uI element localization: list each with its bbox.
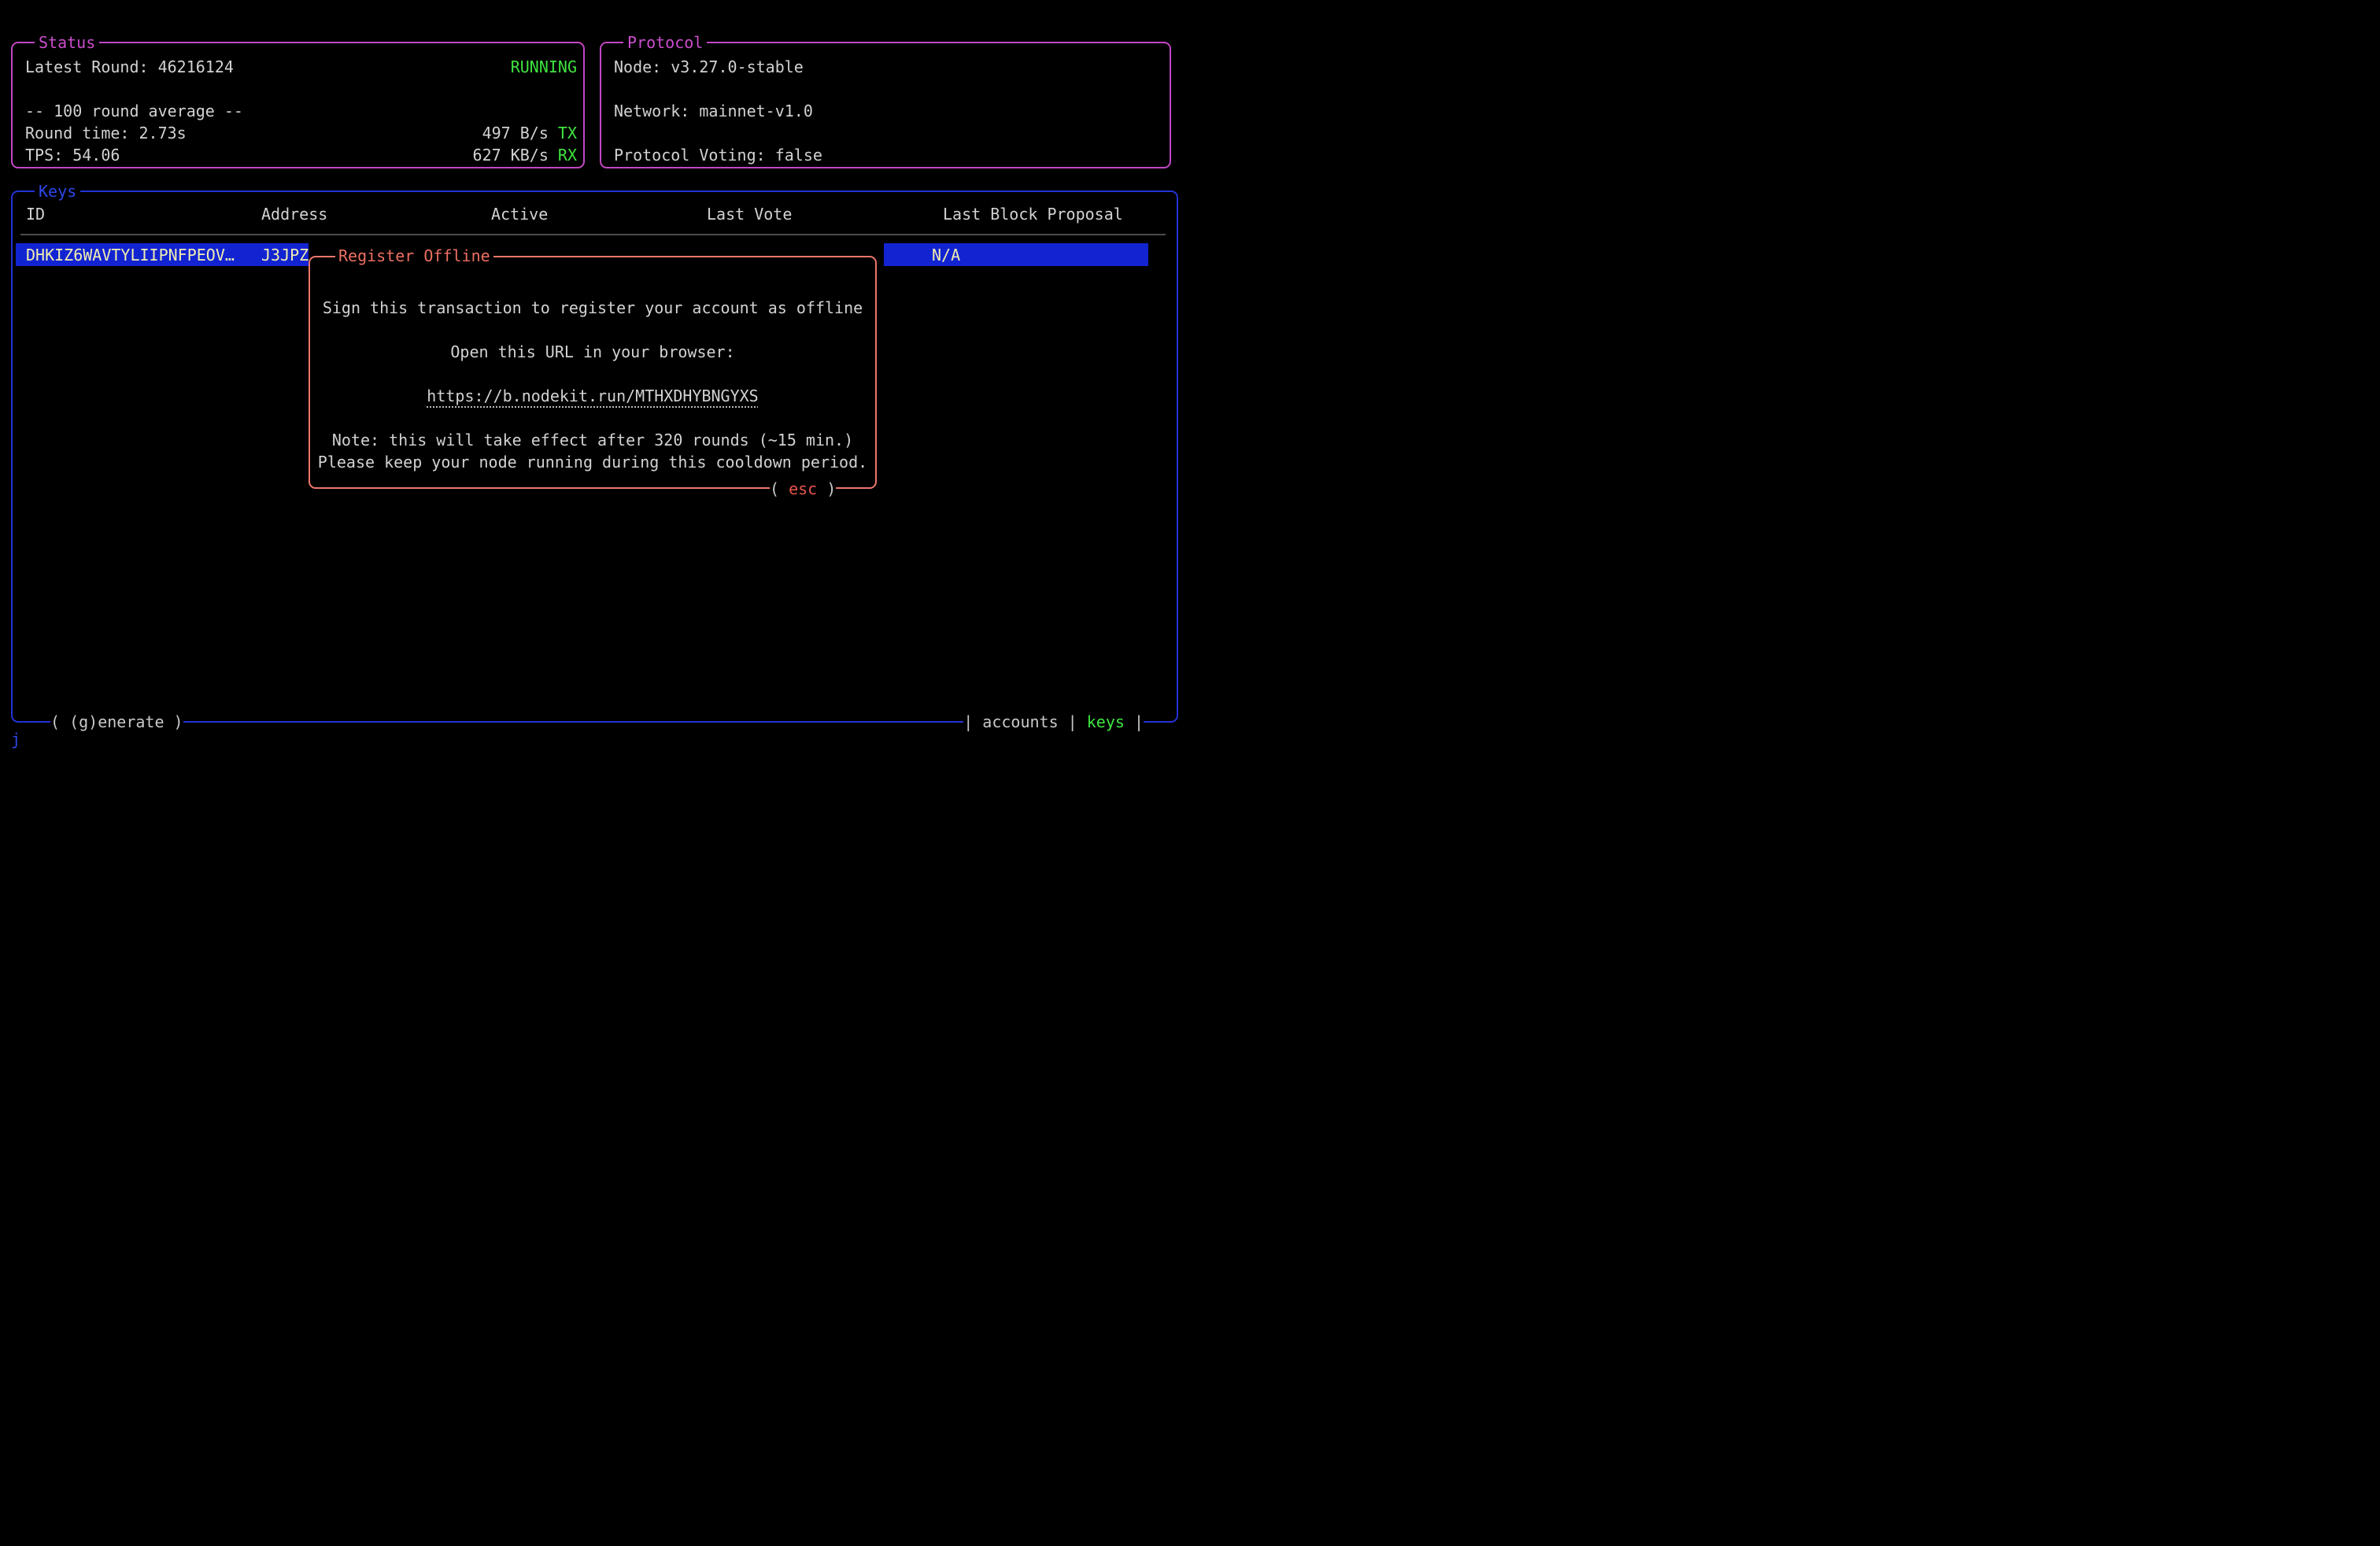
protocol-panel: Protocol Node: v3.27.0-stable Network: m… — [600, 42, 1171, 168]
overflow-glyph: j — [11, 728, 20, 750]
signing-url-link[interactable]: https://b.nodekit.run/MTHXDHYBNGYXS — [427, 386, 758, 405]
tx-label: TX — [558, 124, 577, 142]
protocol-panel-title: Protocol — [623, 31, 707, 54]
generate-button[interactable]: ( (g)enerate ) — [50, 711, 183, 733]
modal-body-line1: Sign this transaction to register your a… — [309, 297, 877, 319]
status-panel: Status Latest Round: 46216124 RUNNING --… — [11, 42, 585, 168]
esc-label: esc — [789, 479, 817, 498]
modal-note-line2: Please keep your node running during thi… — [309, 451, 877, 473]
key-row-last-block-proposal[interactable]: N/A — [932, 244, 960, 266]
register-offline-modal: Register Offline Sign this transaction t… — [309, 242, 882, 490]
column-header-id: ID — [26, 203, 45, 225]
column-header-address: Address — [261, 203, 327, 225]
esc-paren-open: ( — [770, 479, 789, 498]
key-row-id[interactable]: DHKIZ6WAVTYLIIPNFPEOV… — [26, 244, 235, 266]
selected-key-row-right[interactable] — [884, 243, 1148, 266]
round-time-value: Round time: 2.73s — [25, 122, 187, 144]
latest-round-value: Latest Round: 46216124 — [25, 56, 234, 78]
column-header-active: Active — [491, 203, 548, 225]
tab-separator-left: | — [963, 712, 982, 731]
rx-rate-value: 627 KB/s — [473, 146, 558, 165]
network-name: Network: mainnet-v1.0 — [614, 100, 813, 122]
terminal-screen: { "status": { "title": "Status", "latest… — [0, 0, 1190, 773]
rx-label: RX — [558, 146, 577, 165]
modal-body-line2: Open this URL in your browser: — [309, 341, 877, 363]
tps-value: TPS: 54.06 — [25, 144, 120, 166]
column-header-last-vote: Last Vote — [707, 203, 792, 225]
protocol-voting: Protocol Voting: false — [614, 144, 822, 166]
tab-separator-mid: | — [1059, 712, 1087, 731]
tab-keys[interactable]: keys — [1087, 712, 1125, 731]
modal-title: Register Offline — [335, 245, 493, 267]
tab-accounts[interactable]: accounts — [982, 712, 1058, 731]
round-average-header: -- 100 round average -- — [25, 100, 243, 122]
node-state-badge: RUNNING — [511, 56, 577, 78]
status-panel-title: Status — [35, 31, 99, 54]
tab-separator-right: | — [1125, 712, 1144, 731]
esc-paren-close: ) — [817, 479, 836, 498]
view-tabs: | accounts | keys | — [963, 711, 1144, 733]
modal-note-line1: Note: this will take effect after 320 ro… — [309, 429, 877, 451]
modal-url-line: https://b.nodekit.run/MTHXDHYBNGYXS — [309, 385, 877, 407]
key-row-address[interactable]: J3JPZ — [261, 244, 309, 266]
keys-panel-title: Keys — [35, 180, 80, 202]
column-header-last-block-proposal: Last Block Proposal — [943, 203, 1123, 225]
header-separator — [20, 234, 1166, 235]
tx-rate: 497 B/s TX — [482, 122, 577, 144]
node-version: Node: v3.27.0-stable — [614, 56, 804, 78]
esc-button[interactable]: ( esc ) — [770, 478, 836, 500]
tx-rate-value: 497 B/s — [482, 124, 558, 142]
rx-rate: 627 KB/s RX — [473, 144, 577, 166]
